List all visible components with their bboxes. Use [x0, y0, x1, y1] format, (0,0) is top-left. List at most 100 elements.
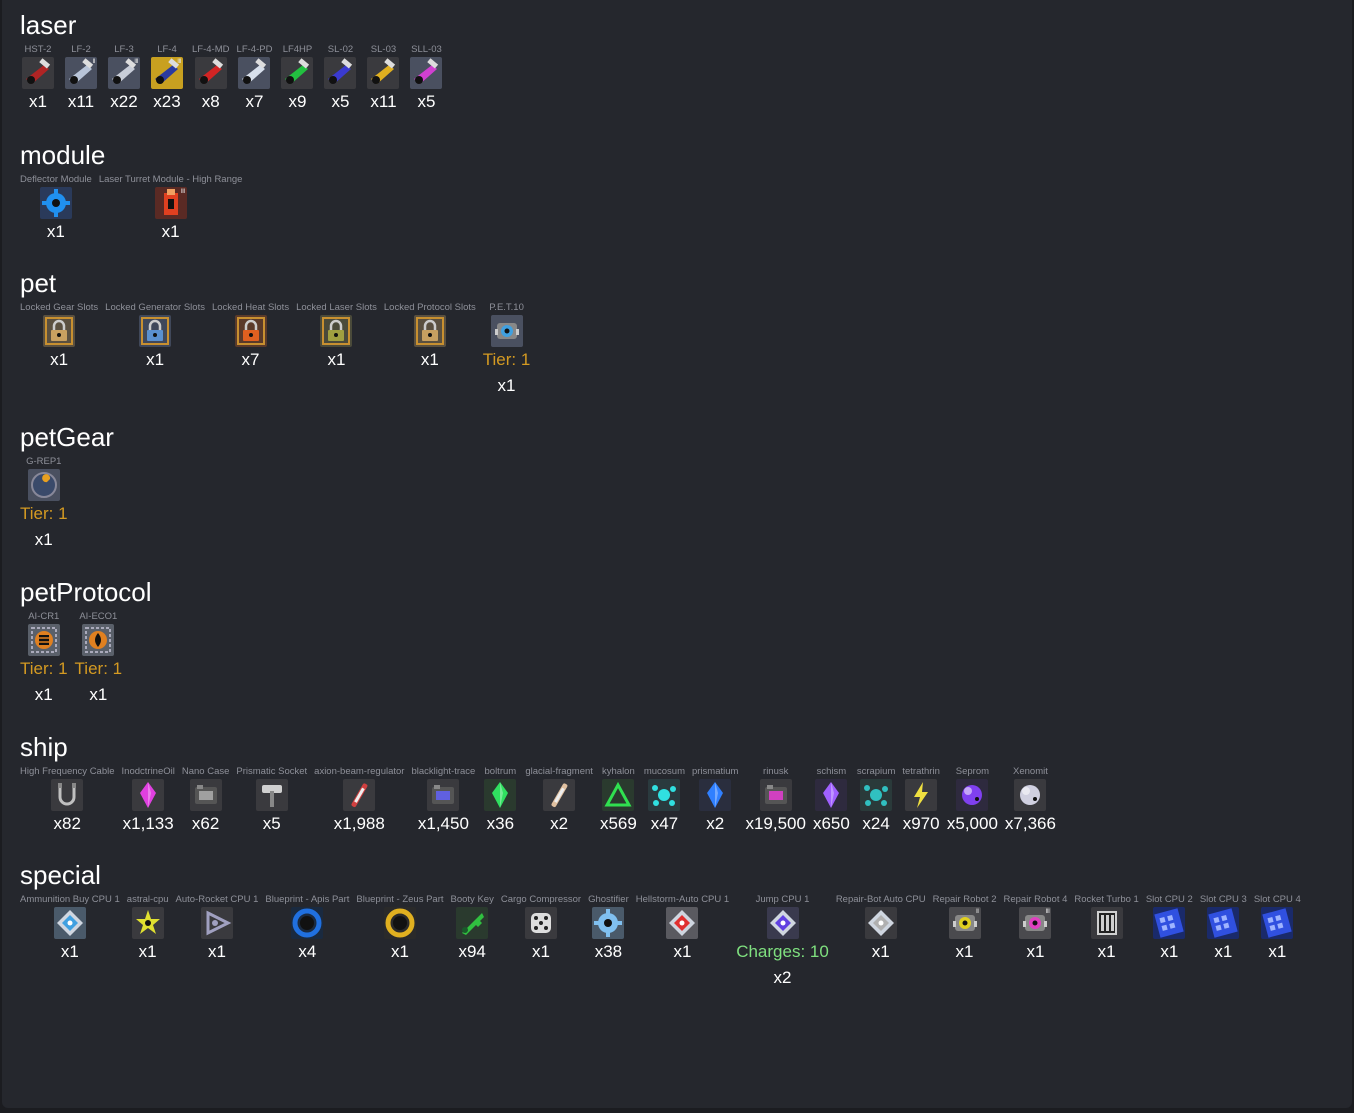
inventory-item[interactable]: Nano Case x62	[182, 762, 230, 835]
inventory-item[interactable]: Xenomit x7,366	[1005, 762, 1056, 835]
inventory-item[interactable]: Slot CPU 4 x1	[1254, 890, 1301, 963]
inventory-item[interactable]: prismatium x2	[692, 762, 738, 835]
laser-cannon-icon[interactable]: III	[108, 57, 140, 89]
clock-cpu-icon[interactable]	[53, 907, 86, 939]
inventory-item[interactable]: Auto-Rocket CPU 1 x1	[176, 890, 259, 963]
inventory-item[interactable]: Locked Protocol Slots x1	[384, 298, 476, 371]
inventory-item[interactable]: Cargo Compressor x1	[501, 890, 581, 963]
blacklight-trace-icon[interactable]	[427, 779, 460, 811]
boltrum-crystal-icon[interactable]	[484, 779, 517, 811]
rinusk-icon[interactable]	[759, 779, 792, 811]
inventory-item[interactable]: LF-4-MD x8	[192, 40, 229, 113]
repair-bot-cpu-icon[interactable]	[864, 907, 897, 939]
slot-cpu-icon[interactable]	[1153, 907, 1186, 939]
blueprint-ring-icon[interactable]	[291, 907, 324, 939]
inventory-item[interactable]: Repair Robot 2 II x1	[933, 890, 997, 963]
inventory-item[interactable]: SLL-03 x5	[408, 40, 444, 113]
laser-cannon-icon[interactable]	[410, 57, 443, 89]
blueprint-ring-icon[interactable]	[383, 907, 416, 939]
inventory-item[interactable]: LF-2 II x11	[63, 40, 99, 113]
glacial-fragment-icon[interactable]	[543, 779, 576, 811]
inventory-item[interactable]: Repair-Bot Auto CPU x1	[836, 890, 926, 963]
rocket-turbo-icon[interactable]	[1090, 907, 1123, 939]
inventory-item[interactable]: Slot CPU 2 x1	[1146, 890, 1193, 963]
slot-cpu-icon[interactable]	[1261, 907, 1294, 939]
slot-cpu-icon[interactable]	[1207, 907, 1240, 939]
inventory-item[interactable]: astral-cpu x1	[127, 890, 169, 963]
laser-cannon-icon[interactable]: II	[65, 57, 97, 89]
kyhalon-triangle-icon[interactable]	[602, 779, 635, 811]
inventory-item[interactable]: Locked Generator Slots x1	[105, 298, 205, 371]
beam-regulator-icon[interactable]	[343, 779, 376, 811]
inventory-item[interactable]: SL-02 x5	[322, 40, 358, 113]
inventory-item[interactable]: boltrum x36	[482, 762, 518, 835]
inventory-item[interactable]: glacial-fragment x2	[525, 762, 593, 835]
inventory-item[interactable]: schism x650	[813, 762, 850, 835]
laser-cannon-icon[interactable]	[194, 57, 227, 89]
inventory-item[interactable]: Laser Turret Module - High Range III x1	[99, 170, 243, 243]
nano-case-icon[interactable]	[189, 779, 222, 811]
deflector-module-icon[interactable]	[39, 187, 72, 219]
pet-robot-icon[interactable]	[490, 315, 523, 347]
inventory-item[interactable]: G-REP1 Tier: 1 x1	[20, 452, 68, 551]
repair-wrench-icon[interactable]	[27, 469, 60, 501]
jump-cpu-icon[interactable]	[766, 907, 799, 939]
scrapium-icon[interactable]	[860, 779, 893, 811]
inventory-item[interactable]: Seprom x5,000	[947, 762, 998, 835]
inventory-item[interactable]: Hellstorm-Auto CPU 1 x1	[636, 890, 729, 963]
inventory-item[interactable]: Ghostifier x38	[588, 890, 629, 963]
inventory-item[interactable]: HST-2 x1	[20, 40, 56, 113]
padlock-icon[interactable]	[320, 315, 353, 347]
inventory-item[interactable]: Locked Gear Slots x1	[20, 298, 98, 371]
protocol-flame-icon[interactable]	[82, 624, 115, 656]
laser-cannon-icon[interactable]	[238, 57, 271, 89]
inventory-item[interactable]: mucosum x47	[644, 762, 685, 835]
inventory-item[interactable]: Repair Robot 4 III x1	[1003, 890, 1067, 963]
inventory-item[interactable]: LF-3 III x22	[106, 40, 142, 113]
inventory-item[interactable]: AI-ECO1 Tier: 1 x1	[75, 607, 123, 706]
inventory-item[interactable]: AI-CR1 Tier: 1 x1	[20, 607, 68, 706]
ghostifier-icon[interactable]	[592, 907, 625, 939]
laser-cannon-icon[interactable]	[281, 57, 314, 89]
inventory-item[interactable]: Prismatic Socket x5	[236, 762, 307, 835]
compressor-icon[interactable]	[524, 907, 557, 939]
mucosum-icon[interactable]	[648, 779, 681, 811]
inventory-item[interactable]: rinusk x19,500	[745, 762, 806, 835]
xenomit-icon[interactable]	[1014, 779, 1047, 811]
padlock-icon[interactable]	[43, 315, 76, 347]
padlock-icon[interactable]	[413, 315, 446, 347]
inventory-item[interactable]: Blueprint - Apis Part x4	[265, 890, 349, 963]
inventory-item[interactable]: LF4HP x9	[279, 40, 315, 113]
oil-crystal-icon[interactable]	[132, 779, 165, 811]
padlock-icon[interactable]	[234, 315, 267, 347]
repair-robot-icon[interactable]: II	[948, 907, 981, 939]
astral-cpu-icon[interactable]	[131, 907, 164, 939]
inventory-item[interactable]: SL-03 x11	[365, 40, 401, 113]
padlock-icon[interactable]	[139, 315, 172, 347]
inventory-item[interactable]: blacklight-trace x1,450	[411, 762, 475, 835]
inventory-item[interactable]: P.E.T.10 Tier: 1 x1	[483, 298, 531, 397]
inventory-item[interactable]: Ammunition Buy CPU 1 x1	[20, 890, 120, 963]
rocket-cpu-icon[interactable]	[200, 907, 233, 939]
inventory-item[interactable]: Locked Laser Slots x1	[296, 298, 377, 371]
booty-key-icon[interactable]	[456, 907, 489, 939]
inventory-item[interactable]: InodctrineOil x1,133	[122, 762, 175, 835]
inventory-item[interactable]: Booty Key x94	[451, 890, 494, 963]
cable-icon[interactable]	[51, 779, 84, 811]
inventory-item[interactable]: scrapium x24	[857, 762, 896, 835]
inventory-item[interactable]: kyhalon x569	[600, 762, 637, 835]
prismatium-crystal-icon[interactable]	[699, 779, 732, 811]
inventory-item[interactable]: Rocket Turbo 1 x1	[1074, 890, 1138, 963]
inventory-item[interactable]: Locked Heat Slots x7	[212, 298, 289, 371]
tetrathrin-bolt-icon[interactable]	[905, 779, 938, 811]
schism-crystal-icon[interactable]	[815, 779, 848, 811]
inventory-item[interactable]: Blueprint - Zeus Part x1	[356, 890, 443, 963]
inventory-item[interactable]: LF-4-PD x7	[236, 40, 273, 113]
protocol-chip-icon[interactable]	[27, 624, 60, 656]
inventory-item[interactable]: Deflector Module x1	[20, 170, 92, 243]
seprom-orb-icon[interactable]	[956, 779, 989, 811]
inventory-item[interactable]: tetrathrin x970	[902, 762, 940, 835]
inventory-item[interactable]: Slot CPU 3 x1	[1200, 890, 1247, 963]
inventory-item[interactable]: High Frequency Cable x82	[20, 762, 115, 835]
laser-cannon-icon[interactable]	[367, 57, 400, 89]
